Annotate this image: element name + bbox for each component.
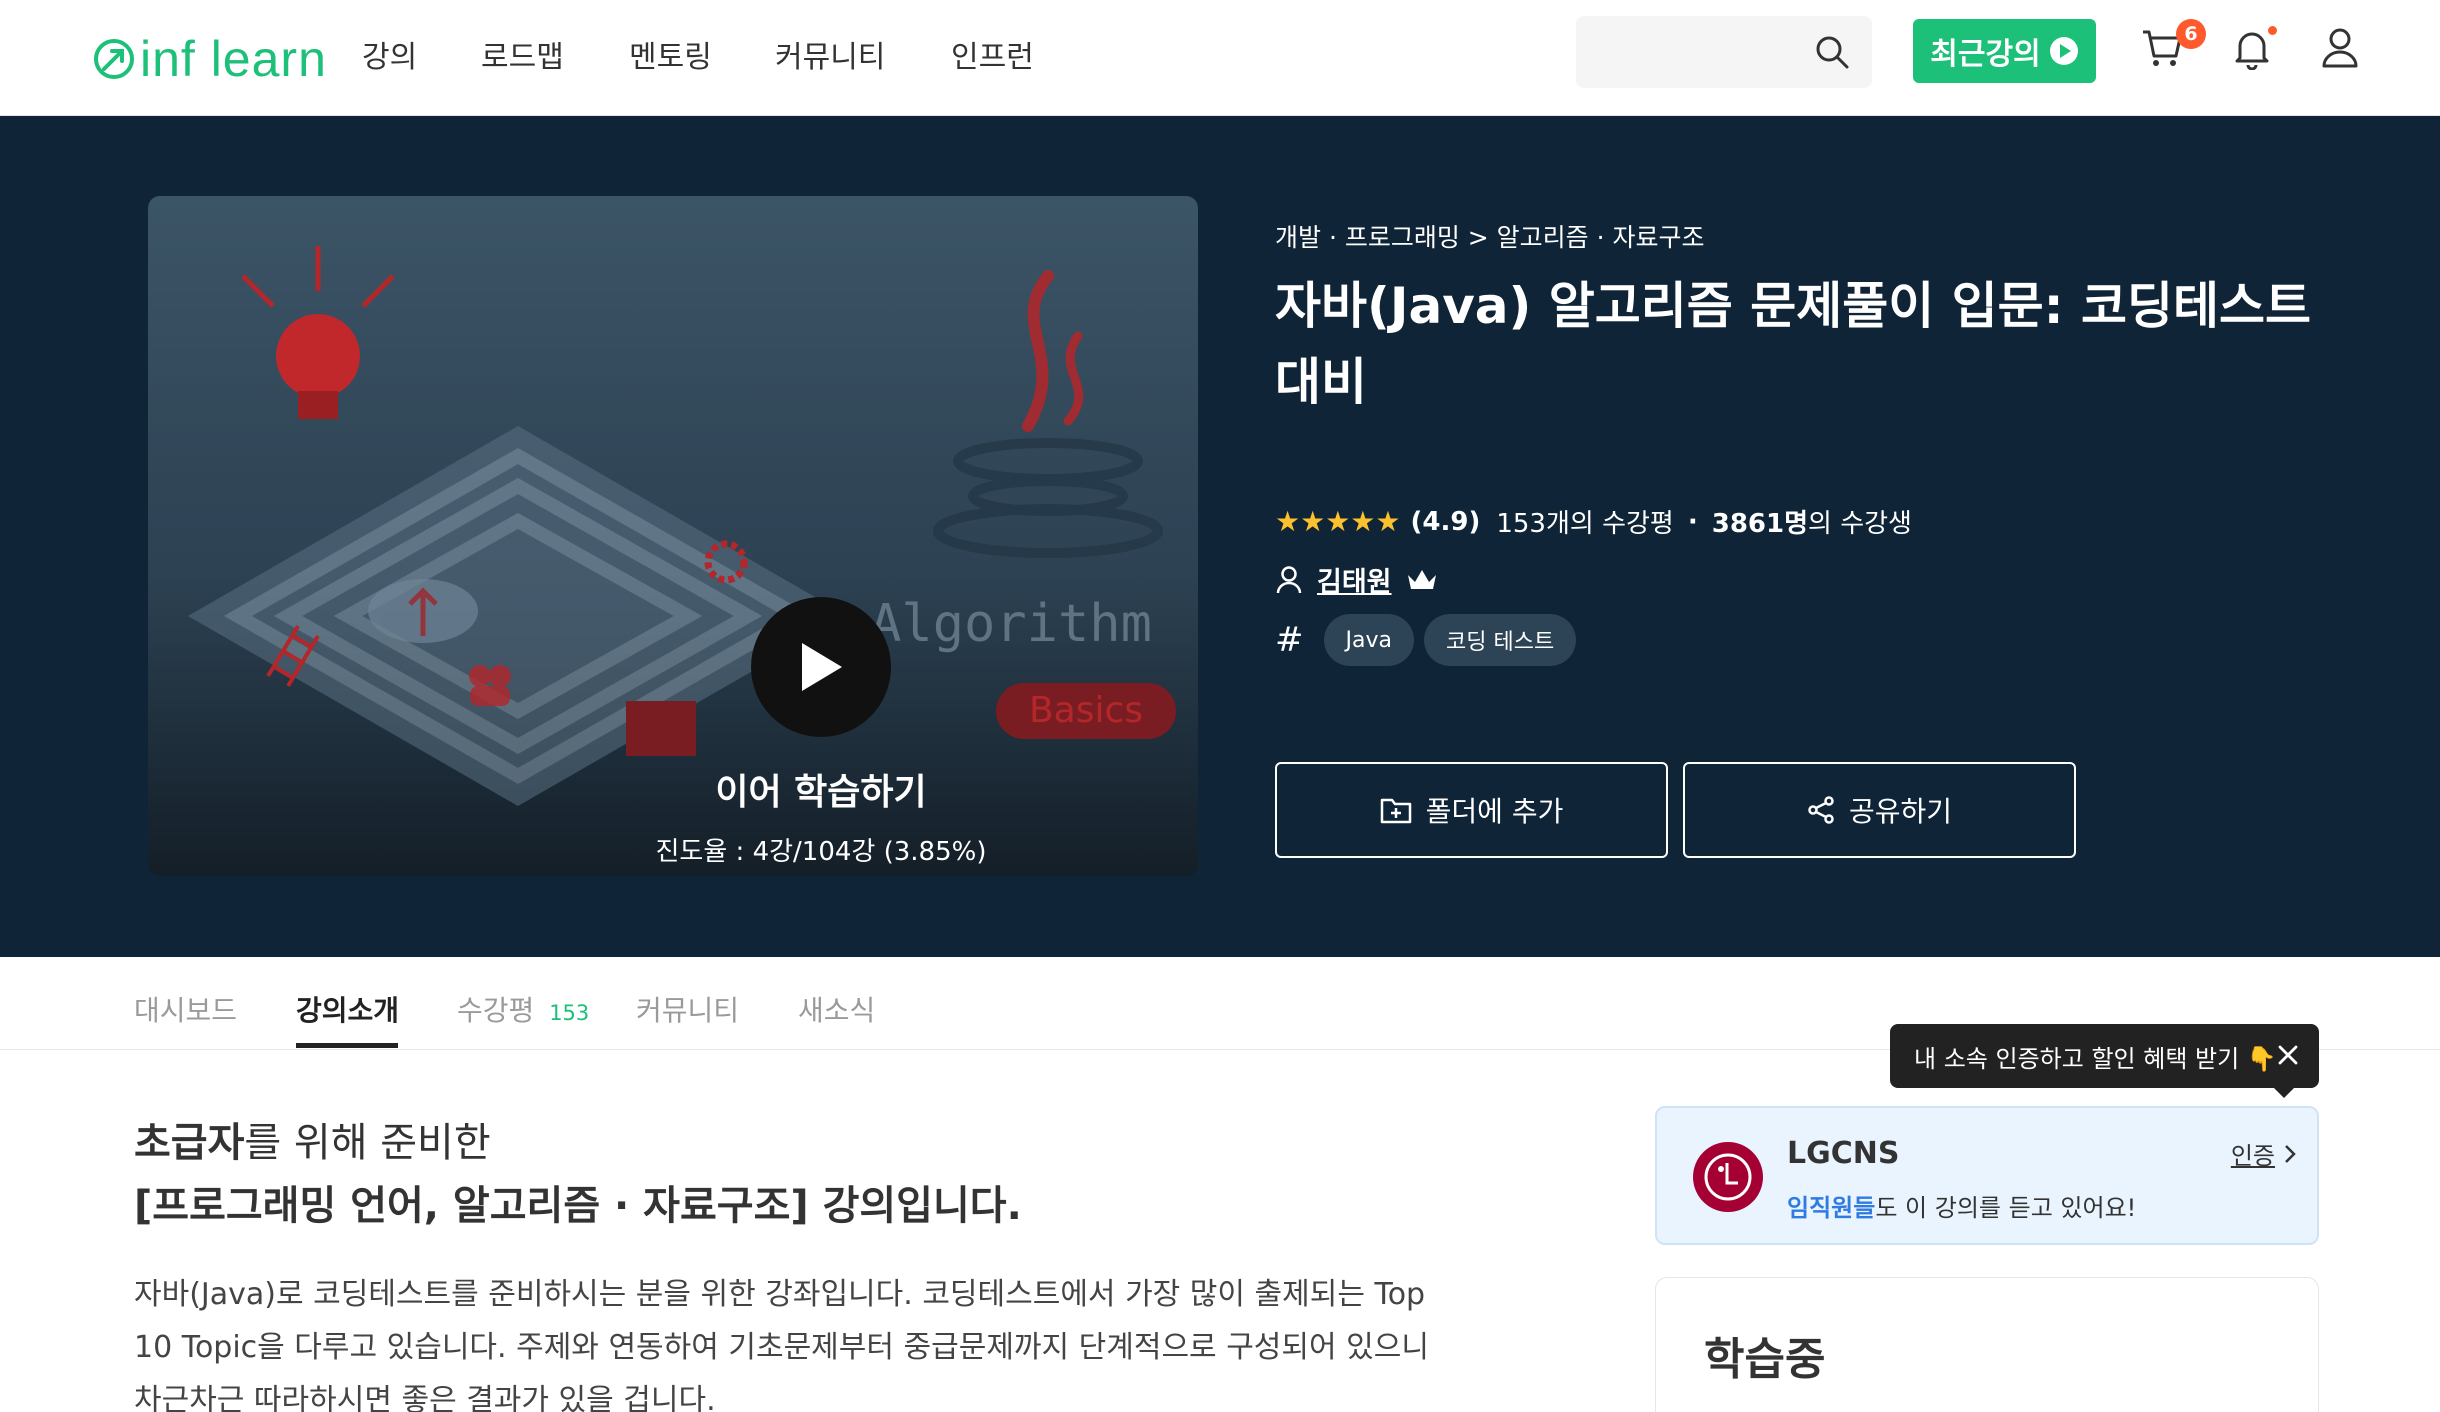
rating-row: ★★★★★ (4.9) 153개의 수강평 · 3861명 의 수강생 [1275, 503, 1912, 540]
algorithm-art-text: Algorithm [870, 594, 1152, 654]
active-tab-indicator [296, 1043, 398, 1048]
learning-status-card: 학습중 [1655, 1277, 2319, 1412]
tab-news[interactable]: 새소식 [798, 989, 875, 1029]
logo-leaf-icon [94, 39, 134, 79]
star-rating-icon: ★★★★★ [1275, 505, 1401, 538]
tab-reviews-label: 수강평 [457, 994, 535, 1027]
course-title: 자바(Java) 알고리즘 문제풀이 입문: 코딩테스트 대비 [1275, 277, 2312, 411]
play-button[interactable] [751, 597, 891, 737]
play-icon [802, 643, 842, 691]
person-icon [1276, 565, 1302, 593]
recent-courses-label: 최근강의 [1930, 37, 2041, 72]
share-button[interactable]: 공유하기 [1683, 762, 2076, 858]
nav-item-community[interactable]: 커뮤니티 [775, 32, 885, 76]
continue-learning-label[interactable]: 이어 학습하기 [596, 763, 1046, 815]
tag-coding-test[interactable]: 코딩 테스트 [1423, 614, 1577, 666]
verify-link[interactable]: 인증 [2231, 1136, 2297, 1171]
verify-link-label: 인증 [2230, 1142, 2275, 1170]
instructor-row: 김태원 [1275, 560, 1438, 599]
lightbulb-illustration [241, 246, 395, 419]
lg-logo-icon [1693, 1142, 1763, 1212]
chevron-right-icon [2285, 1144, 2296, 1163]
review-count-link[interactable]: 153개의 수강평 [1496, 503, 1674, 540]
cart-count-badge: 6 [2176, 19, 2206, 49]
svg-text:Basics: Basics [1029, 690, 1143, 731]
play-circle-icon [2049, 37, 2078, 65]
search-input[interactable] [1576, 16, 1872, 88]
crown-icon [1407, 569, 1436, 589]
maze-illustration [188, 426, 848, 806]
nav-item-inflearn[interactable]: 인프런 [951, 32, 1034, 76]
add-to-folder-button[interactable]: 폴더에 추가 [1275, 762, 1668, 858]
separator-dot: · [1687, 506, 1698, 537]
inflearn-logo[interactable]: inf learn [92, 30, 327, 88]
nav-item-courses[interactable]: 강의 [362, 32, 417, 76]
company-subtext: 임직원들도 이 강의를 듣고 있어요! [1787, 1188, 2136, 1223]
close-icon[interactable] [2275, 1042, 2301, 1068]
progress-text: 진도율 : 4강/104강 (3.85%) [655, 837, 987, 867]
breadcrumb[interactable]: 개발 · 프로그래밍 > 알고리즘 · 자료구조 [1275, 218, 1705, 254]
tags-row: # Java 코딩 테스트 [1275, 614, 1577, 666]
course-description: 자바(Java)로 코딩테스트를 준비하시는 분을 위한 강좌입니다. 코딩테스… [134, 1277, 1429, 1412]
tooltip-text: 내 소속 인증하고 할인 혜택 받기 👇 [1914, 1044, 2277, 1073]
share-icon [1808, 796, 1834, 824]
rating-value: (4.9) [1410, 506, 1481, 537]
add-to-folder-label: 폴더에 추가 [1425, 795, 1564, 828]
intro-heading-line2: [프로그래밍 언어, 알고리즘 · 자료구조] 강의입니다. [134, 1183, 1022, 1229]
tab-reviews[interactable]: 수강평 153 [457, 989, 589, 1029]
instructor-name-link[interactable]: 김태원 [1317, 560, 1392, 599]
nav-item-roadmap[interactable]: 로드맵 [481, 32, 564, 76]
student-count: 3861명 [1711, 509, 1809, 539]
user-icon[interactable] [2320, 26, 2360, 70]
intro-heading-rest: 를 위해 준비한 [244, 1120, 491, 1166]
folder-add-icon [1380, 798, 1411, 824]
bell-icon[interactable] [2232, 26, 2272, 70]
learning-status-title: 학습중 [1704, 1334, 1826, 1385]
recent-courses-button[interactable]: 최근강의 [1913, 19, 2096, 83]
tag-java[interactable]: Java [1323, 614, 1414, 666]
logo-text: inf learn [140, 31, 327, 87]
java-logo-illustration [933, 270, 1163, 558]
company-sub-rest: 도 이 강의를 듣고 있어요! [1875, 1194, 2137, 1222]
tab-course-intro[interactable]: 강의소개 [296, 989, 399, 1029]
tab-dashboard[interactable]: 대시보드 [134, 989, 237, 1029]
company-name: LGCNS [1787, 1136, 1900, 1171]
tab-community[interactable]: 커뮤니티 [636, 989, 739, 1029]
student-count-suffix: 의 수강생 [1808, 509, 1912, 539]
nav-item-mentoring[interactable]: 멘토링 [629, 32, 712, 76]
cloud-illustration [368, 579, 478, 643]
top-header: inf learn 강의 로드맵 멘토링 커뮤니티 인프런 최근강의 6 [0, 0, 2440, 116]
course-thumbnail-player[interactable]: Algorithm Basics 이어 학습하기 진도율 : 4강/104강 (… [148, 196, 1198, 876]
company-sub-highlight: 임직원들 [1787, 1194, 1876, 1222]
intro-heading-line1: 초급자를 위해 준비한 [134, 1110, 491, 1168]
notification-dot [2268, 26, 2277, 35]
share-label: 공유하기 [1848, 795, 1953, 828]
company-verify-tooltip: 내 소속 인증하고 할인 혜택 받기 👇 [1890, 1024, 2319, 1088]
intro-heading-bold: 초급자 [134, 1120, 245, 1166]
tooltip-arrow [2273, 1087, 2295, 1098]
tab-reviews-count: 153 [549, 1001, 590, 1025]
company-card: LGCNS 임직원들도 이 강의를 듣고 있어요! 인증 [1655, 1106, 2319, 1245]
search-icon[interactable] [1814, 34, 1850, 70]
hash-icon: # [1275, 620, 1304, 660]
chair-illustration [626, 701, 696, 756]
